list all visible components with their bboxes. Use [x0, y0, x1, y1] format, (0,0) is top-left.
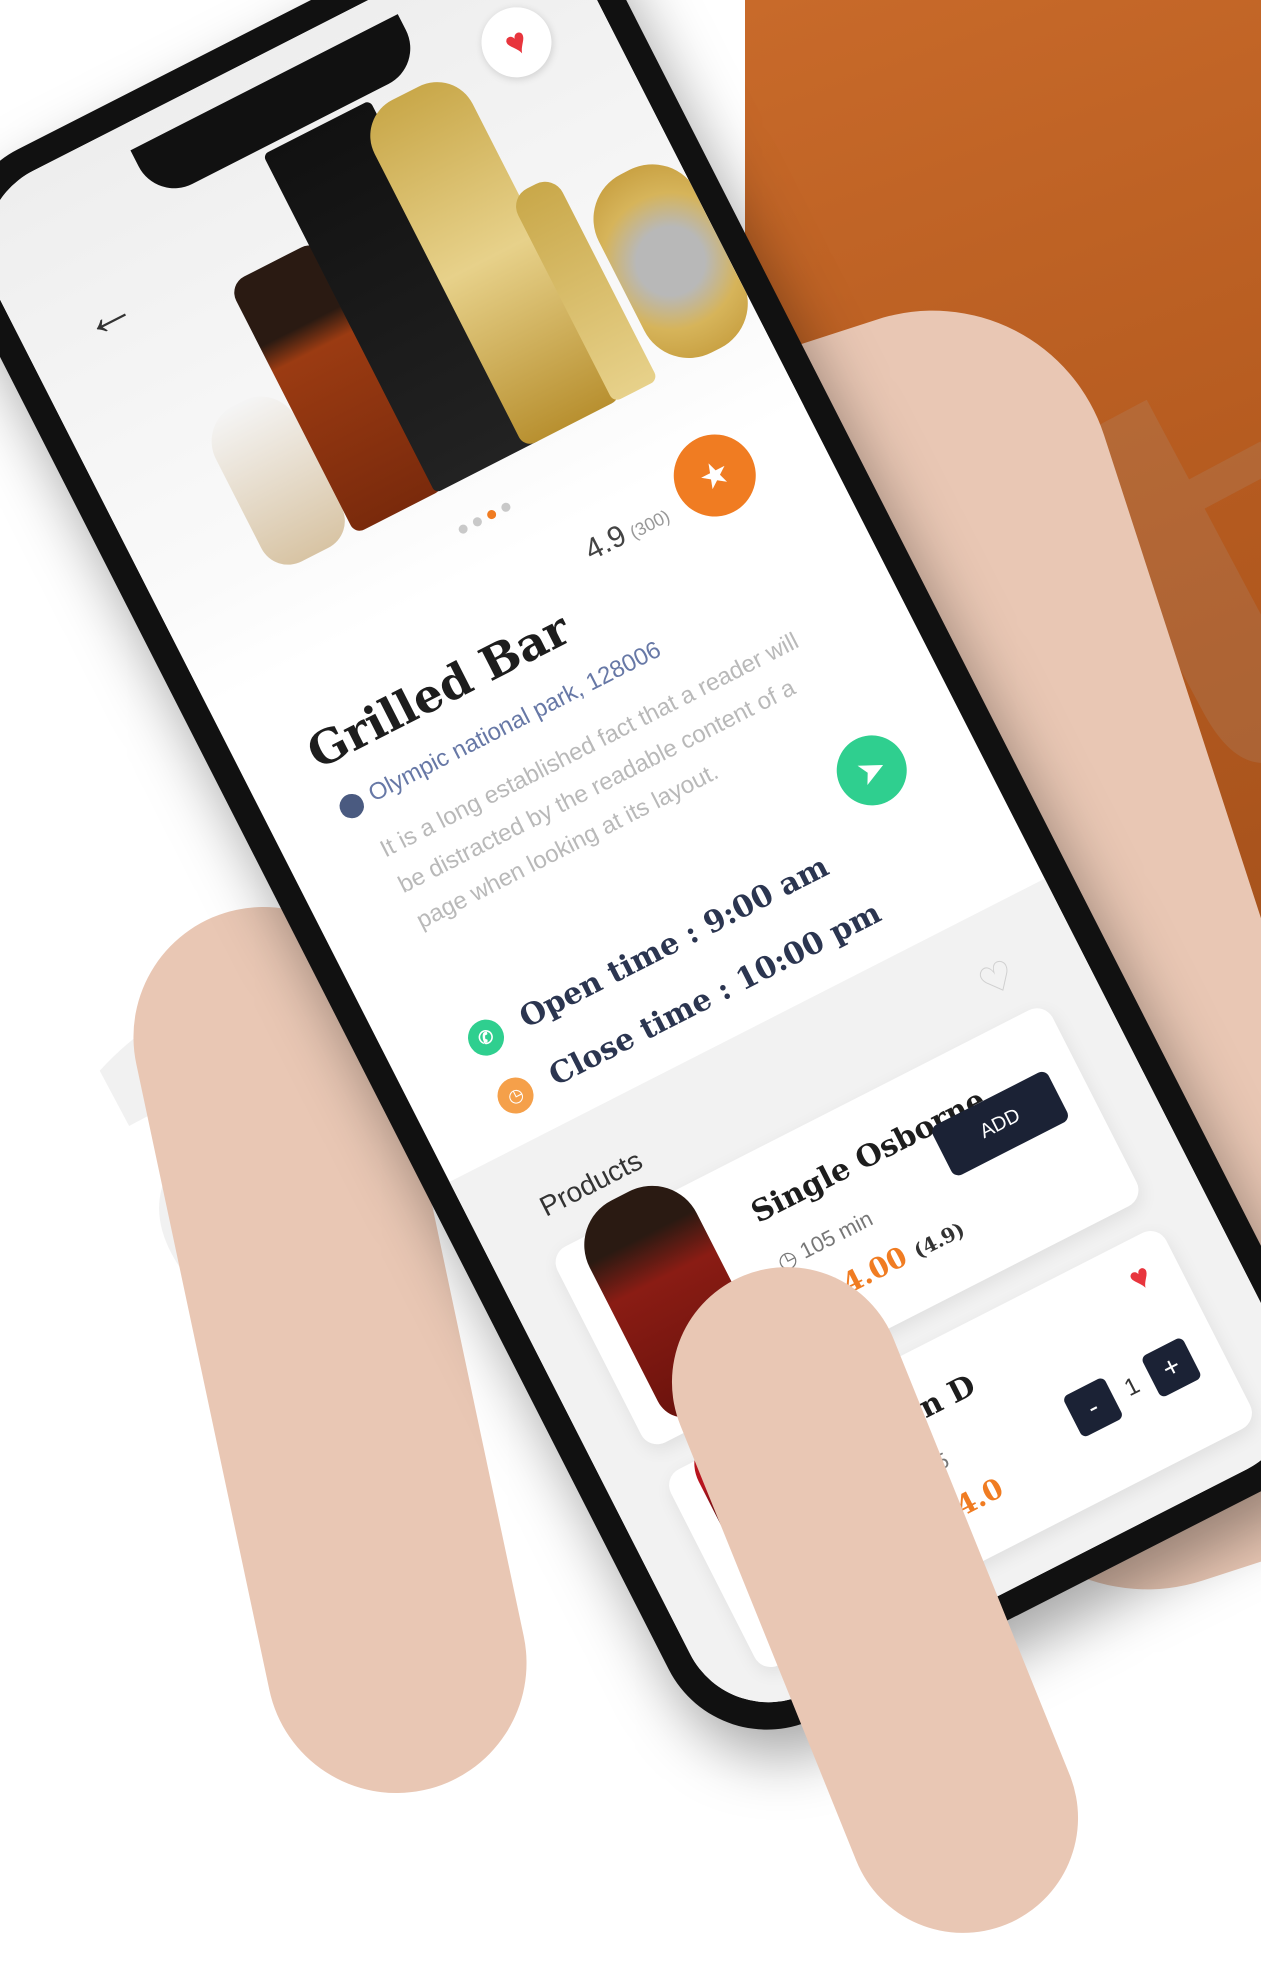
decrement-button[interactable]: -	[1062, 1376, 1124, 1439]
clock-icon: ◷	[491, 1071, 540, 1120]
increment-button[interactable]: +	[1140, 1336, 1203, 1399]
star-icon: ★	[692, 451, 737, 500]
directions-button[interactable]: ➤	[824, 723, 919, 818]
map-icon: ➤	[850, 746, 894, 794]
product-rating: (4.9)	[909, 1217, 969, 1263]
heart-icon: ♥	[497, 18, 536, 65]
add-button[interactable]: ADD	[929, 1069, 1071, 1179]
quantity-stepper: - 1 +	[1062, 1336, 1203, 1439]
map-pin-icon: ⬤	[333, 786, 370, 824]
product-time-text: 105 min	[795, 1205, 877, 1264]
phone-icon: ✆	[461, 1013, 511, 1062]
heart-icon[interactable]: ♥	[1123, 1256, 1159, 1300]
quantity-value: 1	[1119, 1371, 1145, 1402]
review-count: (300)	[626, 505, 674, 543]
rating-value: 4.9	[579, 518, 632, 568]
